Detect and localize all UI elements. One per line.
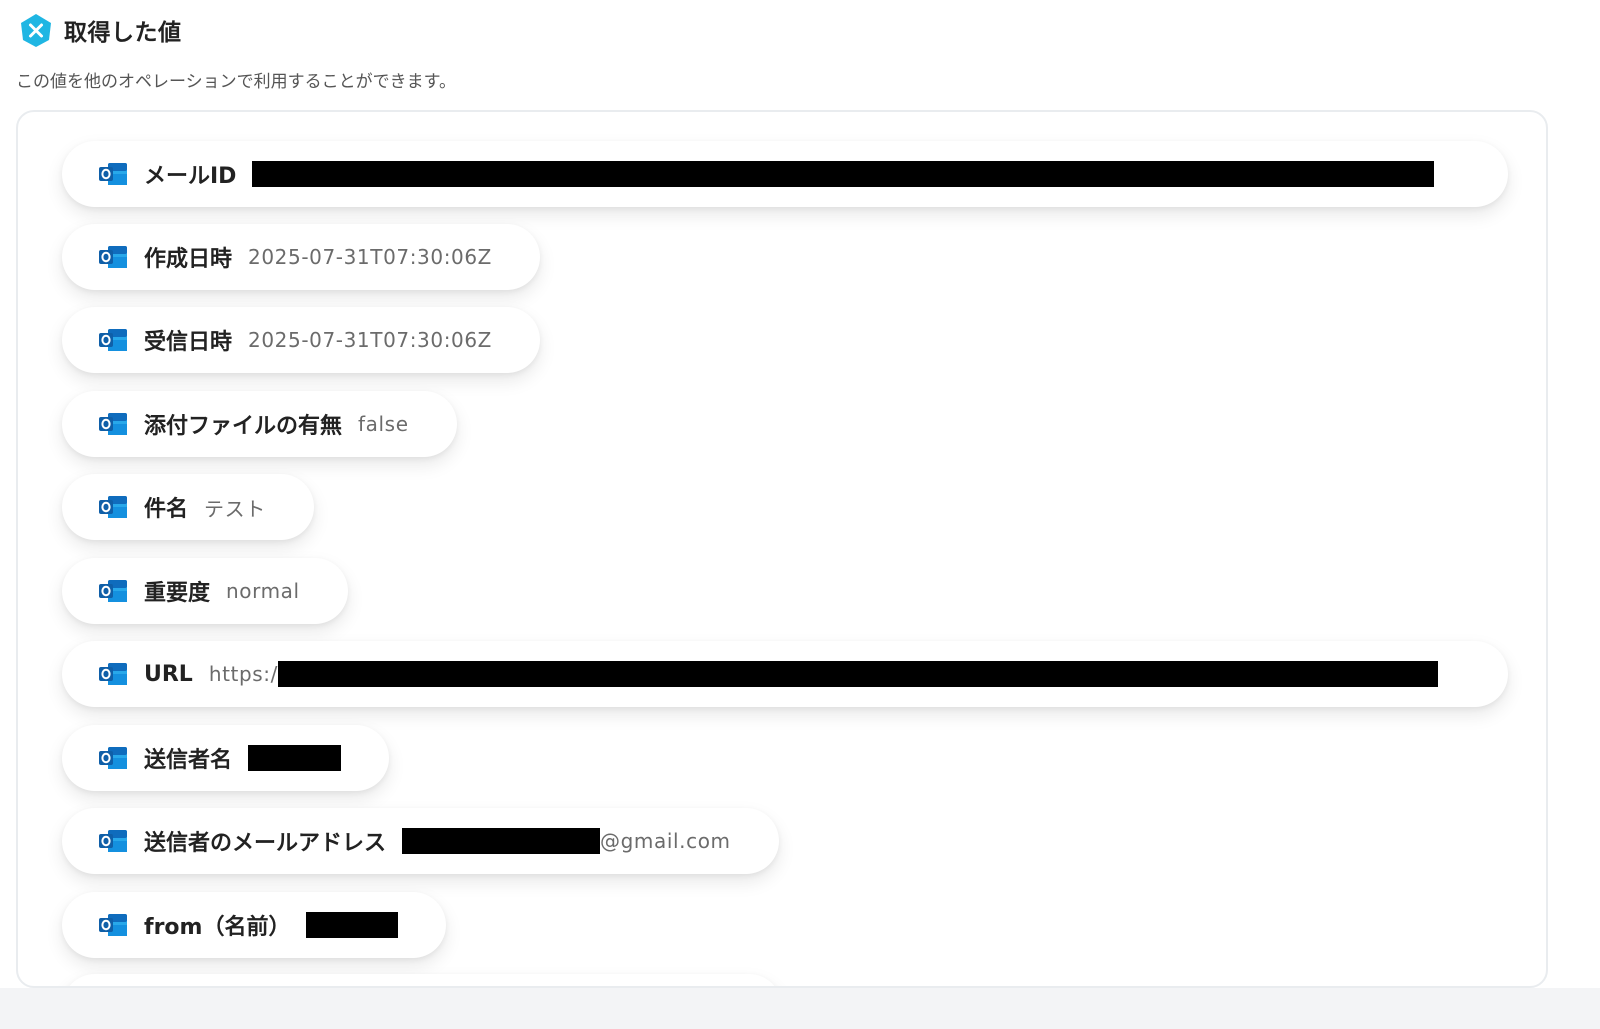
value-chip-subject[interactable]: 件名 テスト xyxy=(62,474,314,540)
outlook-icon xyxy=(99,329,127,351)
outlook-icon xyxy=(99,747,127,769)
chip-value xyxy=(252,161,1435,187)
chip-label: URL xyxy=(144,661,193,687)
outlook-icon xyxy=(99,246,127,268)
value-chip-has-attachments[interactable]: 添付ファイルの有無 false xyxy=(62,391,457,457)
chip-label: 件名 xyxy=(144,497,189,522)
page: 取得した値 この値を他のオペレーションで利用することができます。 メールID 作… xyxy=(0,0,1600,1029)
value-chip-created-at[interactable]: 作成日時 2025-07-31T07:30:06Z xyxy=(62,224,540,290)
chip-value: @gmail.com xyxy=(402,828,731,854)
outlook-icon xyxy=(99,914,127,936)
redaction-bar xyxy=(252,161,1435,187)
chip-value: normal xyxy=(226,579,300,603)
outlook-icon xyxy=(99,163,127,185)
section-title: 取得した値 xyxy=(64,20,182,46)
chip-label: 重要度 xyxy=(144,581,211,606)
outlook-icon xyxy=(99,580,127,602)
value-chip-received-at[interactable]: 受信日時 2025-07-31T07:30:06Z xyxy=(62,307,540,373)
values-panel: メールID 作成日時 2025-07-31T07:30:06Z 受信日時 202… xyxy=(16,110,1548,988)
value-chip-mail-id[interactable]: メールID xyxy=(62,141,1508,207)
chip-value-text: @gmail.com xyxy=(600,829,731,853)
chip-value xyxy=(306,912,399,938)
section-description: この値を他のオペレーションで利用することができます。 xyxy=(16,72,456,92)
redaction-bar xyxy=(306,912,399,938)
outlook-icon xyxy=(99,830,127,852)
chip-label: 添付ファイルの有無 xyxy=(144,414,343,439)
header: 取得した値 xyxy=(18,12,182,48)
value-chip-sender-name[interactable]: 送信者名 xyxy=(62,725,390,791)
chip-label: 送信者のメールアドレス xyxy=(144,831,387,856)
chip-value: テスト xyxy=(204,496,266,521)
chip-label: 受信日時 xyxy=(144,330,233,355)
chip-value: https:/ xyxy=(209,661,1438,687)
chip-label: 送信者名 xyxy=(144,748,233,773)
redaction-bar xyxy=(277,661,1438,687)
chip-label: 作成日時 xyxy=(144,247,233,272)
value-chip-from-name[interactable]: from（名前） xyxy=(62,892,447,958)
redaction-bar xyxy=(402,828,601,854)
bottom-strip xyxy=(0,988,1600,1029)
chip-value xyxy=(248,745,342,771)
chip-label: メールID xyxy=(144,164,237,189)
chip-label: from（名前） xyxy=(144,915,291,940)
value-chip-sender-email[interactable]: 送信者のメールアドレス @gmail.com xyxy=(62,808,779,874)
chip-value-text: https:/ xyxy=(208,662,278,686)
value-chip-importance[interactable]: 重要度 normal xyxy=(62,558,348,624)
chip-value: 2025-07-31T07:30:06Z xyxy=(248,245,492,269)
x-icon xyxy=(21,14,51,47)
value-chip-partial[interactable] xyxy=(62,974,782,986)
value-chip-url[interactable]: URL https:/ xyxy=(62,641,1508,707)
outlook-icon xyxy=(99,663,127,685)
chip-value: false xyxy=(358,412,409,436)
outlook-icon xyxy=(99,413,127,435)
outlook-icon xyxy=(99,496,127,518)
redaction-bar xyxy=(248,745,342,771)
chip-value: 2025-07-31T07:30:06Z xyxy=(248,328,492,352)
